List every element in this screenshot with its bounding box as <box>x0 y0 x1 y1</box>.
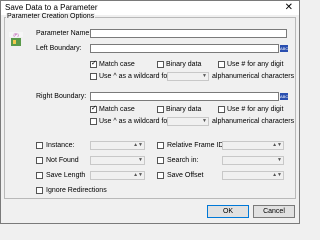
save-offset-checkbox[interactable] <box>157 172 164 179</box>
right-hash-checkbox[interactable] <box>218 106 225 113</box>
abc-icon[interactable]: ABC <box>280 93 288 100</box>
save-length-field[interactable]: ▲▼ <box>90 171 145 180</box>
parameter-icon: {P} <box>9 32 23 46</box>
save-offset-field[interactable]: ▲▼ <box>222 171 284 180</box>
relative-frame-id-label: Relative Frame ID: <box>167 142 226 149</box>
left-match-case-label: Match case <box>99 61 135 68</box>
left-binary-label: Binary data <box>166 61 202 68</box>
save-length-label: Save Length <box>46 172 86 179</box>
right-binary-label: Binary data <box>166 106 202 113</box>
group-label: Parameter Creation Options <box>6 13 96 20</box>
right-wildcard-pre-label: Use ^ as a wildcard for <box>99 118 170 125</box>
close-icon[interactable]: ✕ <box>285 1 293 14</box>
right-boundary-input[interactable] <box>90 92 279 101</box>
right-binary-checkbox[interactable] <box>157 106 164 113</box>
parameter-name-input[interactable] <box>90 29 287 38</box>
save-length-checkbox[interactable] <box>36 172 43 179</box>
abc-icon[interactable]: ABC <box>280 45 288 52</box>
left-wildcard-post-label: alphanumerical characters <box>212 73 295 80</box>
left-binary-checkbox[interactable] <box>157 61 164 68</box>
ignore-redirections-label: Ignore Redirections <box>46 187 107 194</box>
relative-frame-id-field[interactable]: ▲▼ <box>222 141 284 150</box>
cancel-button[interactable]: Cancel <box>253 205 295 218</box>
relative-frame-id-checkbox[interactable] <box>157 142 164 149</box>
right-hash-label: Use # for any digit <box>227 106 284 113</box>
right-match-case-checkbox[interactable] <box>90 104 97 113</box>
parameter-name-label: Parameter Name: <box>36 30 92 37</box>
search-in-select[interactable]: ▼ <box>222 156 284 165</box>
window-title: Save Data to a Parameter <box>5 3 98 12</box>
right-boundary-label: Right Boundary: <box>36 93 87 100</box>
not-found-select[interactable]: ▼ <box>90 156 145 165</box>
left-boundary-input[interactable] <box>90 44 279 53</box>
ignore-redirections-checkbox[interactable] <box>36 187 43 194</box>
left-boundary-label: Left Boundary: <box>36 45 82 52</box>
ok-button[interactable]: OK <box>207 205 249 218</box>
svg-text:{P}: {P} <box>13 32 19 37</box>
instance-field[interactable]: ▲▼ <box>90 141 145 150</box>
right-match-case-label: Match case <box>99 106 135 113</box>
left-wildcard-pre-label: Use ^ as a wildcard for <box>99 73 170 80</box>
not-found-label: Not Found <box>46 157 79 164</box>
right-wildcard-count-select[interactable]: ▼ <box>167 117 209 126</box>
left-wildcard-count-select[interactable]: ▼ <box>167 72 209 81</box>
right-wildcard-checkbox[interactable] <box>90 118 97 125</box>
left-hash-checkbox[interactable] <box>218 61 225 68</box>
not-found-checkbox[interactable] <box>36 157 43 164</box>
instance-checkbox[interactable] <box>36 142 43 149</box>
save-offset-label: Save Offset <box>167 172 204 179</box>
right-wildcard-post-label: alphanumerical characters <box>212 118 295 125</box>
instance-label: Instance: <box>46 142 75 149</box>
left-match-case-checkbox[interactable] <box>90 59 97 68</box>
search-in-label: Search in: <box>167 157 199 164</box>
left-hash-label: Use # for any digit <box>227 61 284 68</box>
left-wildcard-checkbox[interactable] <box>90 73 97 80</box>
search-in-checkbox[interactable] <box>157 157 164 164</box>
